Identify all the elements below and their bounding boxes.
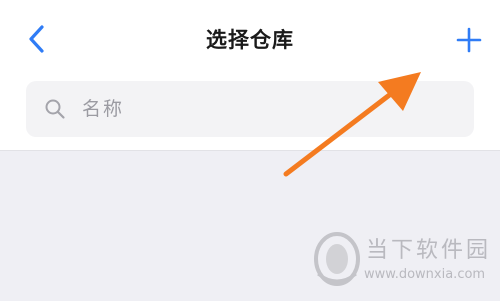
plus-icon — [456, 27, 482, 53]
add-button[interactable] — [452, 22, 486, 58]
watermark-name: 当下软件园 — [366, 238, 492, 263]
search-bar[interactable] — [26, 81, 474, 137]
downxia-logo-icon — [314, 232, 360, 286]
watermark-url: www.downxia.com — [364, 267, 486, 282]
page-title: 选择仓库 — [206, 28, 294, 52]
top-bar: 选择仓库 — [0, 0, 500, 151]
search-input[interactable] — [80, 97, 444, 121]
search-icon — [42, 96, 68, 122]
watermark: 当下软件园 www.downxia.com — [312, 230, 496, 296]
